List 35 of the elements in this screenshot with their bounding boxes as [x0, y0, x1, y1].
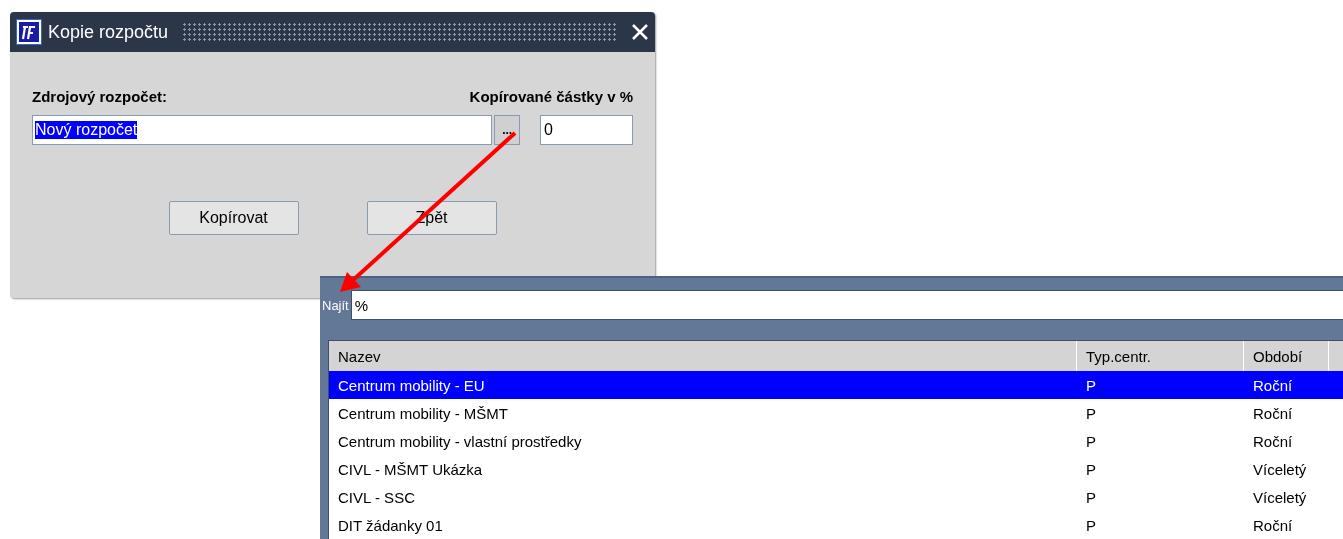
- table-cell-text: P: [1085, 376, 1097, 394]
- app-logo-icon: [16, 19, 42, 45]
- close-icon[interactable]: [631, 23, 649, 41]
- table-row[interactable]: Centrum mobility - vlastní prostředky P Roční: [329, 427, 1343, 455]
- table-cell-text: Roční: [1252, 516, 1294, 534]
- table-cell-text: P: [1085, 432, 1097, 450]
- table-cell-text: Roční: [1252, 432, 1294, 450]
- table-cell-text: CIVL - MŠMT Ukázka: [337, 460, 484, 478]
- table-row[interactable]: CIVL - MŠMT Ukázka P Víceletý: [329, 455, 1343, 483]
- table-cell-text: Centrum mobility - MŠMT: [337, 404, 510, 422]
- table-cell-text: P: [1085, 404, 1097, 422]
- lookup-button[interactable]: ...: [494, 115, 521, 145]
- table-cell-text: Roční: [1252, 404, 1294, 422]
- table-cell-text: Roční: [1252, 376, 1294, 394]
- table-cell-text: P: [1085, 516, 1097, 534]
- table-cell-text: Centrum mobility - vlastní prostředky: [337, 432, 583, 450]
- field-label: Kopírované částky v %: [469, 88, 633, 105]
- input-field[interactable]: Nový rozpočet: [32, 115, 493, 145]
- table-row[interactable]: CIVL - SSC P Víceletý: [329, 483, 1343, 511]
- table-cell-text: P: [1085, 460, 1097, 478]
- field-label: Zdrojový rozpočet:: [32, 88, 167, 105]
- search-label: Najít: [322, 297, 349, 313]
- search-field[interactable]: %: [350, 290, 1343, 320]
- table-cell-text: Víceletý: [1252, 460, 1308, 478]
- table-cell-text: Centrum mobility - EU: [337, 376, 486, 394]
- table-row[interactable]: Centrum mobility - EU P Roční: [329, 371, 1343, 399]
- table-cell-text: P: [1085, 488, 1097, 506]
- dialog-button[interactable]: Kopírovat: [168, 201, 299, 235]
- table-cell-text: DIT žádanky 01: [337, 516, 444, 534]
- table-cell-text: Víceletý: [1252, 488, 1308, 506]
- table-row[interactable]: Centrum mobility - MŠMT P Roční: [329, 399, 1343, 427]
- input-field[interactable]: 0: [540, 115, 633, 145]
- table-cell-text: CIVL - SSC: [337, 488, 416, 506]
- window-title: Kopie rozpočtu: [48, 21, 169, 43]
- table-row[interactable]: DIT žádanky 01 P Roční: [329, 511, 1343, 539]
